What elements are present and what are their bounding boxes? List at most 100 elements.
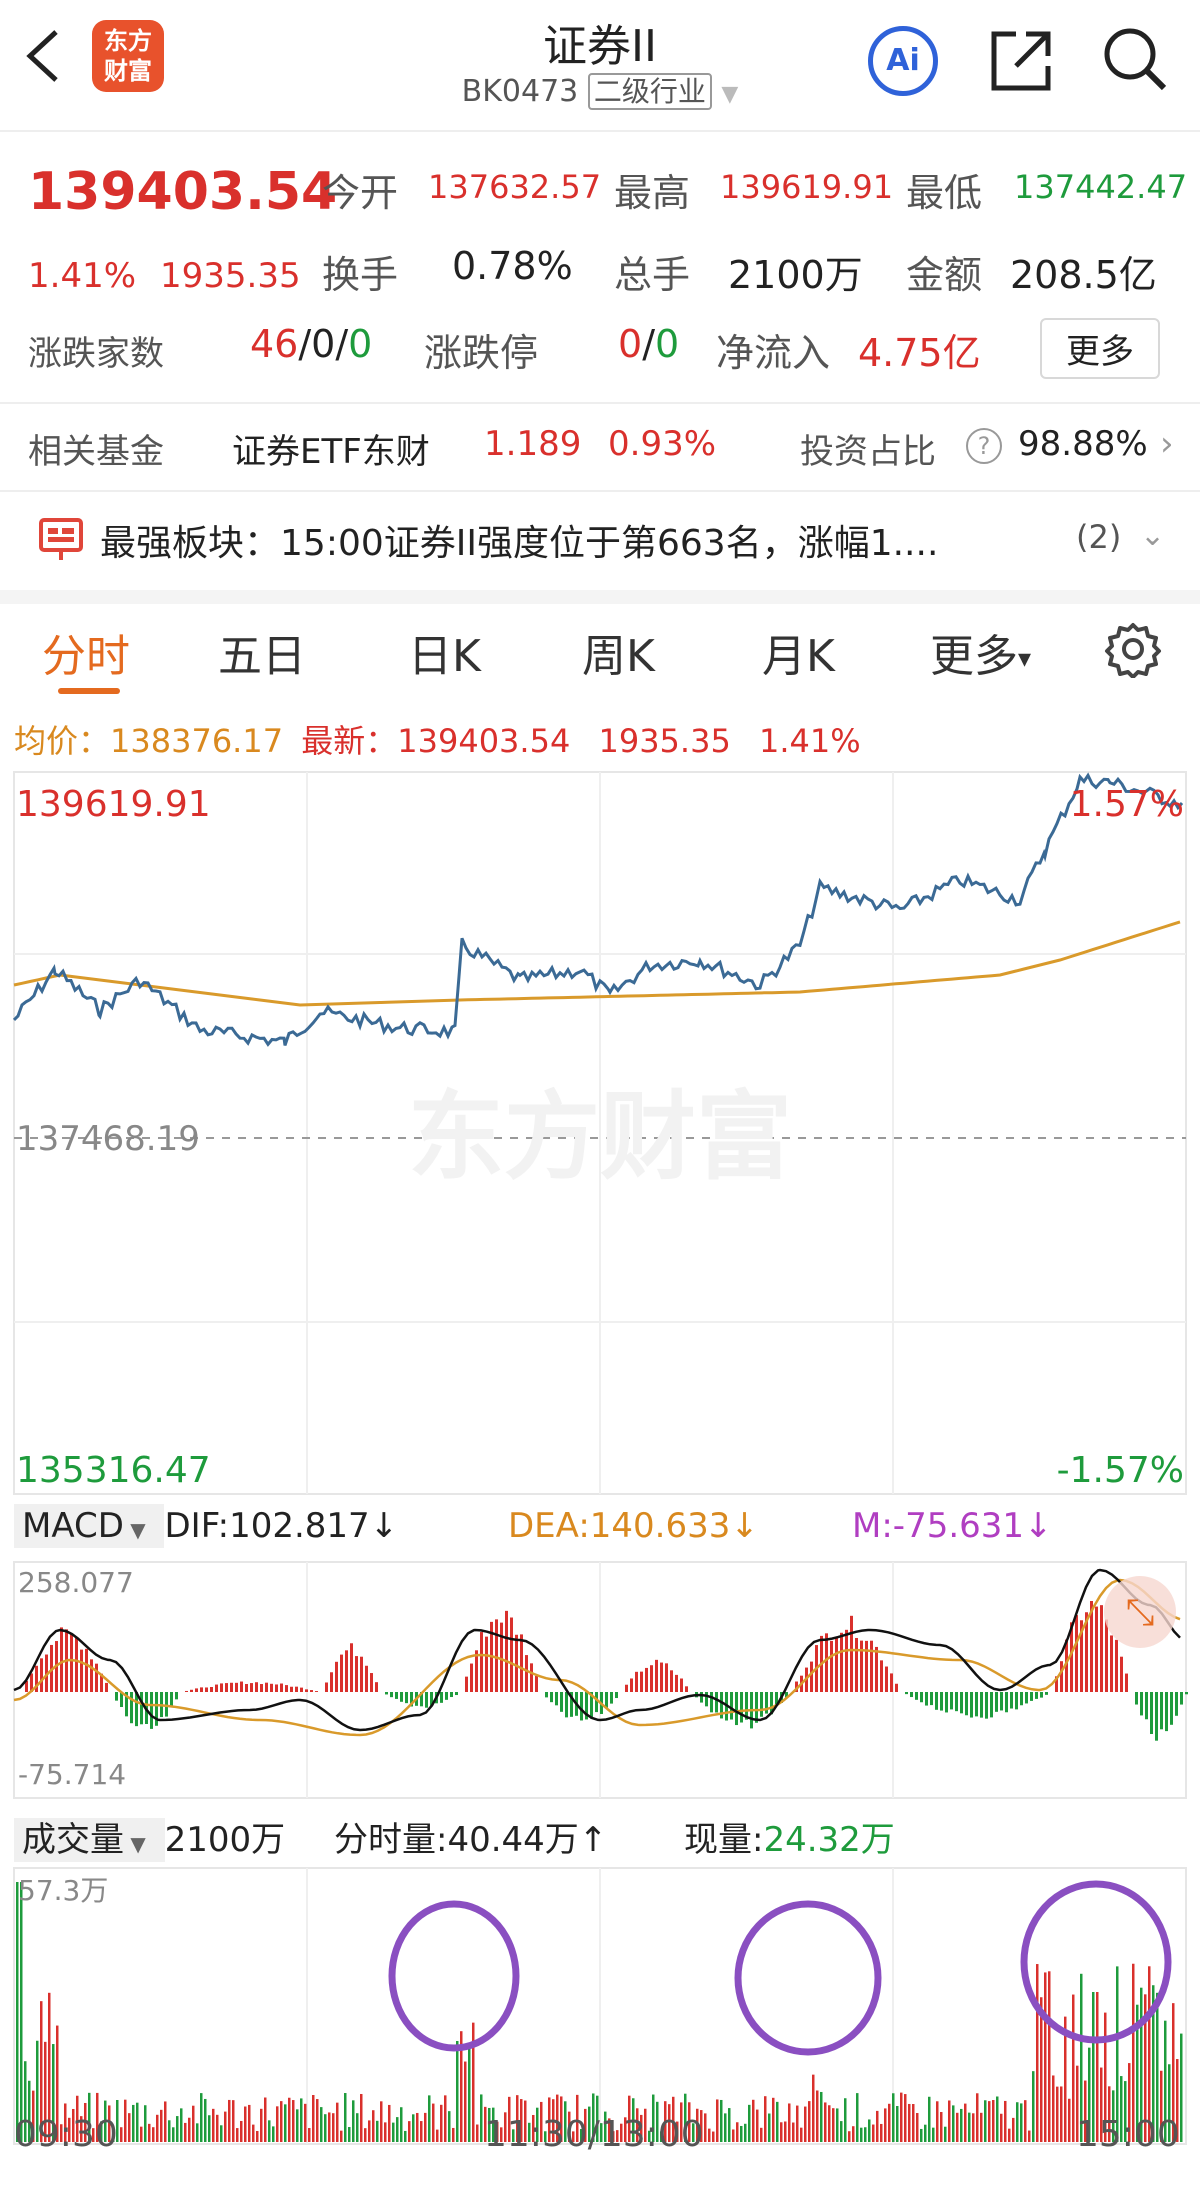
m-arrow: ↓ [1024, 1506, 1053, 1546]
limit-label: 涨跌停 [424, 331, 539, 375]
tab-monthly-k[interactable]: 月K [762, 620, 835, 684]
volume-caret-icon: ▼ [124, 1832, 146, 1856]
current-price: 139403.54 [28, 162, 338, 222]
highlight-circle-2 [734, 1900, 882, 2056]
fund-label: 相关基金 [28, 432, 164, 472]
current-volume-label: 现量: [684, 1820, 764, 1860]
limit-up-count: 0 [618, 322, 643, 366]
sector-category: 二级行业 [587, 73, 712, 110]
tab-intraday[interactable]: 分时 [42, 620, 130, 684]
volume-max-label: 57.3万 [18, 1874, 108, 1907]
latest-value: 139403.54 [397, 722, 571, 760]
updown-counts: 46/0/0 [250, 322, 372, 366]
updown-sep-1: / [298, 322, 312, 366]
volume-label: 总手 [614, 253, 691, 297]
low-value: 137442.47 [1014, 168, 1188, 206]
m-label: M: [852, 1506, 893, 1546]
expand-icon: ⤡ [1126, 1592, 1155, 1633]
macd-selector-label: MACD [22, 1506, 124, 1546]
macd-top-value: 258.077 [18, 1566, 134, 1599]
netflow-label: 净流入 [716, 331, 831, 375]
highlight-circle-1 [388, 1900, 520, 2052]
turnover-label: 换手 [322, 253, 399, 297]
low-label: 最低 [906, 171, 983, 215]
time-start: 09:30 [14, 2114, 118, 2155]
dif-label: DIF: [164, 1506, 230, 1546]
volume-chart[interactable]: 57.3万 [0, 1866, 1200, 2146]
bottom-pct-label: -1.57% [1057, 1450, 1184, 1491]
mid-price-label: 137468.19 [16, 1119, 200, 1159]
change-amount: 1935.35 [160, 256, 301, 296]
notice-count: (2) [1076, 518, 1122, 556]
turnover-value: 0.78% [452, 244, 573, 288]
price-chart[interactable]: 东方财富 139619.91 1.57% 137468.19 135316.47… [0, 770, 1200, 1496]
top-price-label: 139619.91 [16, 784, 211, 825]
dea-arrow: ↓ [730, 1506, 759, 1546]
ratio-value: 98.88% [1018, 424, 1148, 464]
avg-value: 138376.17 [110, 722, 284, 760]
avg-bar: 均价：138376.17 最新：139403.54 1935.35 1.41% [14, 716, 861, 762]
avg-label: 均价： [14, 722, 111, 760]
ratio-label: 投资占比 [800, 432, 936, 472]
dea-group: DEA:140.633↓ [508, 1506, 759, 1546]
change-percent: 1.41% [28, 256, 137, 296]
latest-pct: 1.41% [758, 722, 861, 760]
volume-value: 2100万 [728, 253, 863, 297]
limit-down-count: 0 [655, 322, 680, 366]
latest-label: 最新： [301, 722, 398, 760]
watermark: 东方财富 [408, 1081, 792, 1193]
tab-more-label: 更多 [930, 631, 1018, 682]
help-icon[interactable]: ? [966, 428, 1002, 464]
more-button[interactable]: 更多 [1040, 318, 1160, 379]
chevron-down-icon[interactable]: ⌄ [1140, 518, 1165, 553]
share-icon[interactable] [986, 26, 1056, 96]
search-icon[interactable] [1100, 24, 1170, 94]
notice-text: 15:00证券II强度位于第663名，涨幅1.... [280, 523, 939, 564]
chevron-right-icon[interactable]: › [1160, 424, 1174, 464]
limit-counts: 0/0 [618, 322, 679, 366]
m-value: -75.631 [892, 1506, 1025, 1546]
bottom-price-label: 135316.47 [16, 1450, 211, 1491]
ai-button[interactable]: Ai [868, 26, 938, 96]
minute-volume-label: 分时量: [334, 1820, 448, 1860]
minute-volume-value: 40.44万 [447, 1820, 579, 1860]
minute-volume-arrow: ↑ [578, 1820, 608, 1860]
fund-price: 1.189 [484, 424, 582, 464]
volume-selector[interactable]: 成交量 ▼ [14, 1818, 165, 1862]
netflow-value: 4.75亿 [858, 331, 981, 375]
dea-label: DEA: [508, 1506, 590, 1546]
dif-arrow: ↓ [369, 1506, 399, 1546]
amount-label: 金额 [906, 253, 983, 297]
time-mid: 11:30/13:00 [484, 2114, 704, 2155]
tab-more-caret-icon: ▾ [1018, 644, 1032, 674]
volume-header: 成交量 ▼ 2100万 分时量:40.44万↑ 现量:24.32万 [14, 1812, 1194, 1862]
volume-selector-label: 成交量 [22, 1820, 124, 1860]
up-count: 46 [250, 322, 299, 366]
dea-value: 140.633 [589, 1506, 731, 1546]
tab-weekly-k[interactable]: 周K [582, 620, 655, 684]
macd-bottom-value: -75.714 [18, 1758, 126, 1791]
high-label: 最高 [614, 171, 691, 215]
tab-more[interactable]: 更多▾ [930, 620, 1031, 684]
fund-name[interactable]: 证券ETF东财 [232, 424, 430, 473]
macd-caret-icon: ▼ [123, 1518, 146, 1542]
macd-chart[interactable]: 258.077 -75.714 ⤡ [0, 1560, 1200, 1800]
average-price-line [13, 920, 1181, 1007]
tab-daily-k[interactable]: 日K [408, 620, 481, 684]
limit-sep: / [642, 322, 655, 366]
minute-volume-group: 分时量:40.44万↑ [334, 1812, 607, 1861]
top-pct-label: 1.57% [1070, 784, 1184, 825]
tab-five-day[interactable]: 五日 [218, 620, 306, 684]
current-volume-value: 24.32万 [763, 1820, 895, 1860]
updown-sep-2: / [335, 322, 349, 366]
tab-active-indicator [58, 688, 120, 694]
macd-selector[interactable]: MACD ▼ [14, 1504, 165, 1548]
amount-value: 208.5亿 [1010, 253, 1157, 297]
gear-icon[interactable] [1104, 620, 1162, 679]
board-icon [38, 516, 84, 562]
notice-row[interactable]: 最强板块：15:00证券II强度位于第663名，涨幅1.... [100, 514, 938, 566]
current-volume-group: 现量:24.32万 [684, 1812, 895, 1861]
open-label: 今开 [322, 171, 399, 215]
open-value: 137632.57 [428, 168, 602, 206]
macd-header: MACD ▼ DIF:102.817↓ DEA:140.633↓ M:-75.6… [14, 1504, 1194, 1548]
